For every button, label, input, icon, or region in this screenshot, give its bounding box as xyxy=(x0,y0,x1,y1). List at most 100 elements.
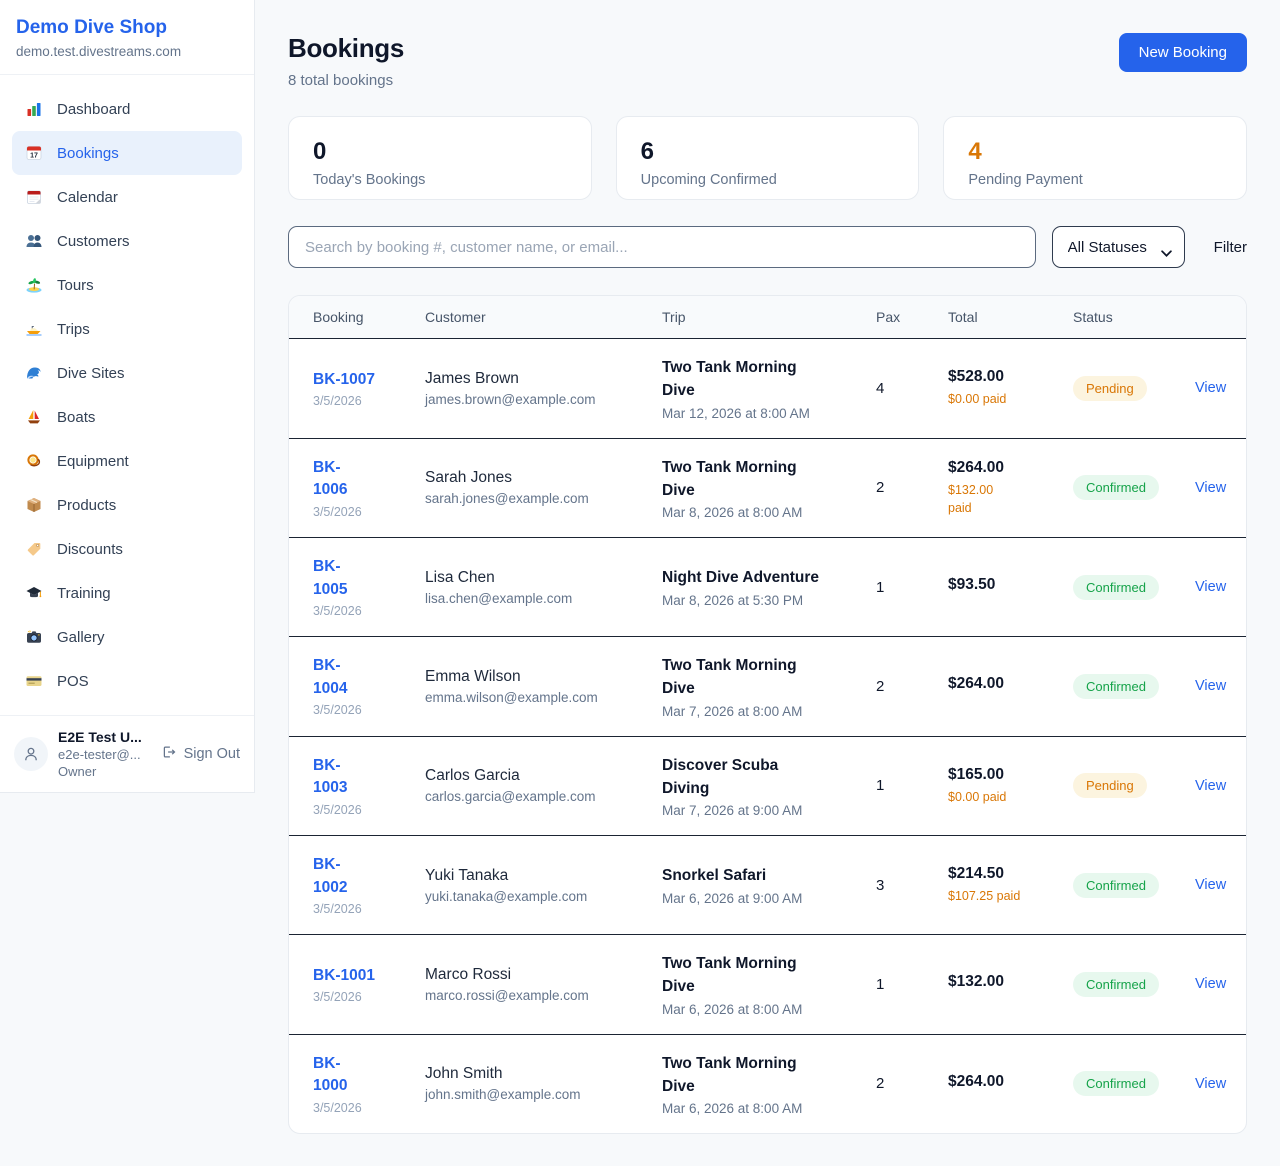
sidebar-item-label: Trips xyxy=(57,321,90,338)
booking-id-link[interactable]: BK- 1002 xyxy=(313,854,347,899)
new-booking-button[interactable]: New Booking xyxy=(1119,33,1247,72)
sidebar-item-tours[interactable]: Tours xyxy=(12,263,242,307)
stat-value: 6 xyxy=(641,139,895,165)
page-header: Bookings 8 total bookings New Booking xyxy=(288,33,1247,89)
sidebar-item-training[interactable]: Training xyxy=(12,571,242,615)
view-link[interactable]: View xyxy=(1195,778,1226,794)
sidebar-item-dive-sites[interactable]: Dive Sites xyxy=(12,351,242,395)
pax-count: 2 xyxy=(876,678,948,695)
booking-date: 3/5/2026 xyxy=(313,703,425,717)
camera-icon xyxy=(24,628,44,646)
stats-row: 0 Today's Bookings 6 Upcoming Confirmed … xyxy=(288,116,1247,200)
view-link[interactable]: View xyxy=(1195,976,1226,992)
view-link[interactable]: View xyxy=(1195,1076,1226,1092)
customer-email: carlos.garcia@example.com xyxy=(425,789,662,804)
booking-date: 3/5/2026 xyxy=(313,902,425,916)
booking-id-link[interactable]: BK-1001 xyxy=(313,965,375,987)
column-header-trip: Trip xyxy=(662,309,876,325)
total-amount: $264.00 xyxy=(948,459,1073,477)
trip-datetime: Mar 6, 2026 at 8:00 AM xyxy=(662,1002,876,1017)
graduation-cap-icon xyxy=(24,584,44,602)
column-header-customer: Customer xyxy=(425,309,662,325)
pax-count: 1 xyxy=(876,777,948,794)
speedboat-icon xyxy=(24,320,44,338)
total-amount: $528.00 xyxy=(948,368,1073,386)
total-amount: $93.50 xyxy=(948,576,1073,594)
status-badge: Confirmed xyxy=(1073,873,1159,898)
customer-name: Emma Wilson xyxy=(425,668,662,686)
filter-button[interactable]: Filter xyxy=(1214,239,1247,256)
view-link[interactable]: View xyxy=(1195,678,1226,694)
sidebar-item-pos[interactable]: POS xyxy=(12,659,242,703)
trip-name: Two Tank Morning Dive xyxy=(662,456,876,503)
booking-id-link[interactable]: BK- 1004 xyxy=(313,655,347,700)
booking-date: 3/5/2026 xyxy=(313,990,425,1004)
booking-id-link[interactable]: BK- 1006 xyxy=(313,457,347,502)
view-link[interactable]: View xyxy=(1195,877,1226,893)
view-link[interactable]: View xyxy=(1195,579,1226,595)
status-filter-select[interactable]: All Statuses xyxy=(1052,226,1185,268)
stat-label: Today's Bookings xyxy=(313,172,567,188)
user-info: E2E Test U... e2e-tester@... Owner xyxy=(58,729,151,779)
sidebar-item-products[interactable]: Products xyxy=(12,483,242,527)
sidebar-item-calendar[interactable]: Calendar xyxy=(12,175,242,219)
paid-amount: $0.00 paid xyxy=(948,390,1073,408)
stat-value: 0 xyxy=(313,139,567,165)
column-header-booking: Booking xyxy=(313,309,425,325)
customer-name: Sarah Jones xyxy=(425,469,662,487)
customer-email: emma.wilson@example.com xyxy=(425,690,662,705)
pax-count: 2 xyxy=(876,1075,948,1092)
sidebar-item-label: Training xyxy=(57,585,111,602)
view-link[interactable]: View xyxy=(1195,380,1226,396)
booking-id-link[interactable]: BK- 1003 xyxy=(313,755,347,800)
view-link[interactable]: View xyxy=(1195,480,1226,496)
sidebar-item-label: Bookings xyxy=(57,145,119,162)
sidebar-item-label: Gallery xyxy=(57,629,105,646)
sidebar-item-label: Customers xyxy=(57,233,130,250)
sidebar-item-bookings[interactable]: 17 Bookings xyxy=(12,131,242,175)
booking-date: 3/5/2026 xyxy=(313,604,425,618)
trip-name: Two Tank Morning Dive xyxy=(662,356,876,403)
table-row: BK- 10003/5/2026 John Smithjohn.smith@ex… xyxy=(289,1034,1246,1134)
booking-id-link[interactable]: BK- 1000 xyxy=(313,1053,347,1098)
total-amount: $132.00 xyxy=(948,973,1073,991)
booking-date: 3/5/2026 xyxy=(313,1101,425,1115)
sidebar-item-discounts[interactable]: Discounts xyxy=(12,527,242,571)
sidebar-item-label: Tours xyxy=(57,277,94,294)
sidebar-item-label: Boats xyxy=(57,409,95,426)
pax-count: 1 xyxy=(876,976,948,993)
trip-datetime: Mar 6, 2026 at 9:00 AM xyxy=(662,891,876,906)
sidebar-item-equipment[interactable]: Equipment xyxy=(12,439,242,483)
trip-name: Snorkel Safari xyxy=(662,864,876,887)
total-amount: $214.50 xyxy=(948,865,1073,883)
search-input[interactable] xyxy=(288,226,1036,268)
sidebar-item-trips[interactable]: Trips xyxy=(12,307,242,351)
status-badge: Pending xyxy=(1073,376,1147,401)
customer-email: john.smith@example.com xyxy=(425,1087,662,1102)
package-icon xyxy=(24,496,44,514)
trip-name: Discover Scuba Diving xyxy=(662,754,876,801)
trip-datetime: Mar 7, 2026 at 8:00 AM xyxy=(662,704,876,719)
status-badge: Confirmed xyxy=(1073,972,1159,997)
sidebar-item-dashboard[interactable]: Dashboard xyxy=(12,87,242,131)
status-badge: Confirmed xyxy=(1073,475,1159,500)
page-title: Bookings xyxy=(288,33,404,64)
total-amount: $264.00 xyxy=(948,1073,1073,1091)
trip-datetime: Mar 7, 2026 at 9:00 AM xyxy=(662,803,876,818)
shop-title: Demo Dive Shop xyxy=(16,17,238,39)
sign-out-button[interactable]: Sign Out xyxy=(161,744,240,764)
sidebar-item-customers[interactable]: Customers xyxy=(12,219,242,263)
customer-email: james.brown@example.com xyxy=(425,392,662,407)
sidebar-item-boats[interactable]: Boats xyxy=(12,395,242,439)
pax-count: 1 xyxy=(876,579,948,596)
customer-email: marco.rossi@example.com xyxy=(425,988,662,1003)
status-badge: Confirmed xyxy=(1073,1071,1159,1096)
table-row: BK-10013/5/2026 Marco Rossimarco.rossi@e… xyxy=(289,934,1246,1034)
booking-id-link[interactable]: BK-1007 xyxy=(313,369,375,391)
booking-date: 3/5/2026 xyxy=(313,505,425,519)
booking-date: 3/5/2026 xyxy=(313,803,425,817)
booking-id-link[interactable]: BK- 1005 xyxy=(313,556,347,601)
table-row: BK- 10033/5/2026 Carlos Garciacarlos.gar… xyxy=(289,736,1246,836)
sidebar-item-gallery[interactable]: Gallery xyxy=(12,615,242,659)
user-name: E2E Test U... xyxy=(58,729,151,745)
